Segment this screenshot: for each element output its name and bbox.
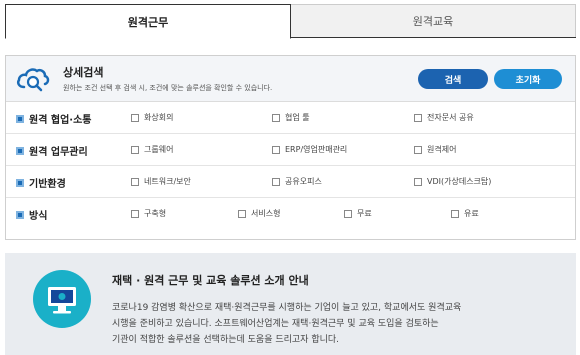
cloud-search-icon — [16, 68, 50, 92]
filter-row-label: 원격 업무관리 — [16, 143, 88, 158]
checkbox-icon[interactable] — [272, 177, 280, 186]
banner-line: 기관이 적합한 솔루션을 선택하는데 도움을 드리고자 합니다. — [112, 335, 340, 345]
square-bullet-icon — [16, 146, 24, 155]
checkbox-icon[interactable] — [131, 113, 139, 122]
filter-row-label: 기반환경 — [16, 175, 66, 190]
option-collaboration-tool[interactable]: 협업 툴 — [272, 112, 310, 123]
tab-remote-work[interactable]: 원격근무 — [5, 4, 291, 39]
checkbox-icon[interactable] — [272, 113, 280, 122]
checkbox-icon[interactable] — [131, 145, 139, 154]
tab-bar: 원격근무 원격교육 — [5, 4, 576, 39]
filter-row-method: 방식 구축형 서비스형 무료 유료 — [6, 198, 575, 230]
square-bullet-icon — [16, 210, 24, 219]
option-vdi[interactable]: VDI(가상데스크탑) — [414, 176, 491, 187]
filter-row-collaboration: 원격 협업·소통 화상회의 협업 툴 전자문서 공유 — [6, 102, 575, 134]
option-shared-office[interactable]: 공유오피스 — [272, 176, 322, 187]
banner-line: 코로나19 감염병 확산으로 재택·원격근무를 시행하는 기업이 늘고 있고, … — [112, 303, 462, 313]
option-video-conference[interactable]: 화상회의 — [131, 112, 173, 123]
option-on-premise[interactable]: 구축형 — [131, 208, 166, 219]
option-paid[interactable]: 유료 — [451, 208, 479, 219]
checkbox-icon[interactable] — [414, 113, 422, 122]
square-bullet-icon — [16, 178, 24, 187]
search-button[interactable]: 검색 — [418, 69, 488, 89]
search-panel-header: 상세검색 원하는 조건 선택 후 검색 시, 조건에 맞는 솔루션을 확인할 수… — [6, 56, 575, 102]
option-remote-control[interactable]: 원격제어 — [414, 144, 456, 155]
checkbox-icon[interactable] — [238, 209, 246, 218]
option-erp[interactable]: ERP/영업판매관리 — [272, 144, 347, 155]
search-panel-description: 원하는 조건 선택 후 검색 시, 조건에 맞는 솔루션을 확인할 수 있습니다… — [63, 84, 273, 92]
option-network-security[interactable]: 네트워크/보안 — [131, 176, 191, 187]
option-free[interactable]: 무료 — [344, 208, 372, 219]
info-banner: 재택 · 원격 근무 및 교육 솔루션 소개 안내 코로나19 감염병 확산으로… — [5, 253, 576, 355]
banner-line: 시행을 준비하고 있습니다. 소프트웨어산업계는 재택·원격근무 및 교육 도입… — [112, 319, 439, 329]
banner-description: 코로나19 감염병 확산으로 재택·원격근무를 시행하는 기업이 늘고 있고, … — [112, 300, 572, 348]
detail-search-panel: 상세검색 원하는 조건 선택 후 검색 시, 조건에 맞는 솔루션을 확인할 수… — [5, 55, 576, 240]
checkbox-icon[interactable] — [131, 177, 139, 186]
checkbox-icon[interactable] — [414, 177, 422, 186]
checkbox-icon[interactable] — [414, 145, 422, 154]
monitor-icon — [33, 270, 91, 328]
checkbox-icon[interactable] — [451, 209, 459, 218]
checkbox-icon[interactable] — [344, 209, 352, 218]
filter-row-label: 방식 — [16, 207, 47, 222]
checkbox-icon[interactable] — [272, 145, 280, 154]
filter-row-label: 원격 협업·소통 — [16, 111, 91, 126]
tab-remote-education[interactable]: 원격교육 — [291, 4, 576, 37]
square-bullet-icon — [16, 114, 24, 123]
option-groupware[interactable]: 그룹웨어 — [131, 144, 173, 155]
filter-row-infrastructure: 기반환경 네트워크/보안 공유오피스 VDI(가상데스크탑) — [6, 166, 575, 198]
reset-button[interactable]: 초기화 — [494, 69, 562, 89]
banner-title: 재택 · 원격 근무 및 교육 솔루션 소개 안내 — [112, 274, 309, 287]
checkbox-icon[interactable] — [131, 209, 139, 218]
search-panel-title: 상세검색 — [63, 66, 104, 79]
filter-row-work-management: 원격 업무관리 그룹웨어 ERP/영업판매관리 원격제어 — [6, 134, 575, 166]
option-service-type[interactable]: 서비스형 — [238, 208, 280, 219]
option-document-sharing[interactable]: 전자문서 공유 — [414, 112, 474, 123]
